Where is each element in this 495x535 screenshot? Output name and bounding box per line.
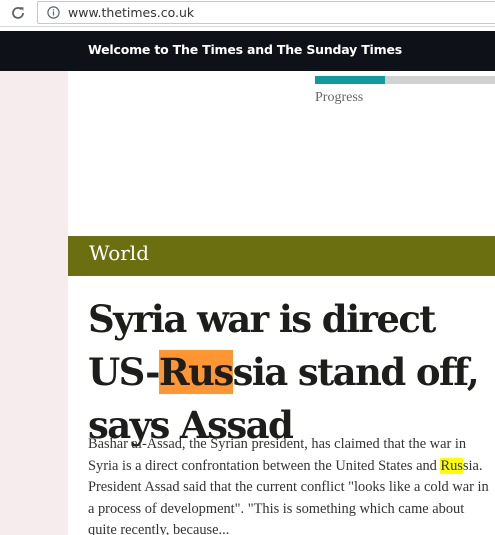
progress-bar	[315, 76, 495, 84]
section-label[interactable]: World	[89, 241, 149, 265]
url-text[interactable]: www.thetimes.co.uk	[68, 5, 194, 20]
reload-button[interactable]	[8, 3, 28, 23]
welcome-banner: Welcome to The Times and The Sunday Time…	[0, 31, 495, 71]
browser-toolbar: www.thetimes.co.uk	[0, 0, 495, 27]
article-headline: Syria war is direct US-Russia stand off,…	[88, 293, 493, 452]
summary-search-highlight: Rus	[440, 457, 463, 474]
headline-search-highlight: Rus	[158, 350, 234, 394]
reload-icon	[12, 7, 24, 19]
progress-label: Progress	[315, 90, 364, 105]
section-header: World	[68, 236, 495, 276]
left-gutter	[0, 71, 68, 535]
welcome-text: Welcome to The Times and The Sunday Time…	[88, 42, 402, 57]
progress-fill	[315, 76, 386, 84]
info-icon[interactable]	[47, 6, 60, 19]
summary-text-start: Bashar al-Assad, the Syrian president, h…	[88, 436, 467, 474]
article-summary: Bashar al-Assad, the Syrian president, h…	[88, 434, 495, 535]
address-bar[interactable]: www.thetimes.co.uk	[37, 1, 495, 24]
